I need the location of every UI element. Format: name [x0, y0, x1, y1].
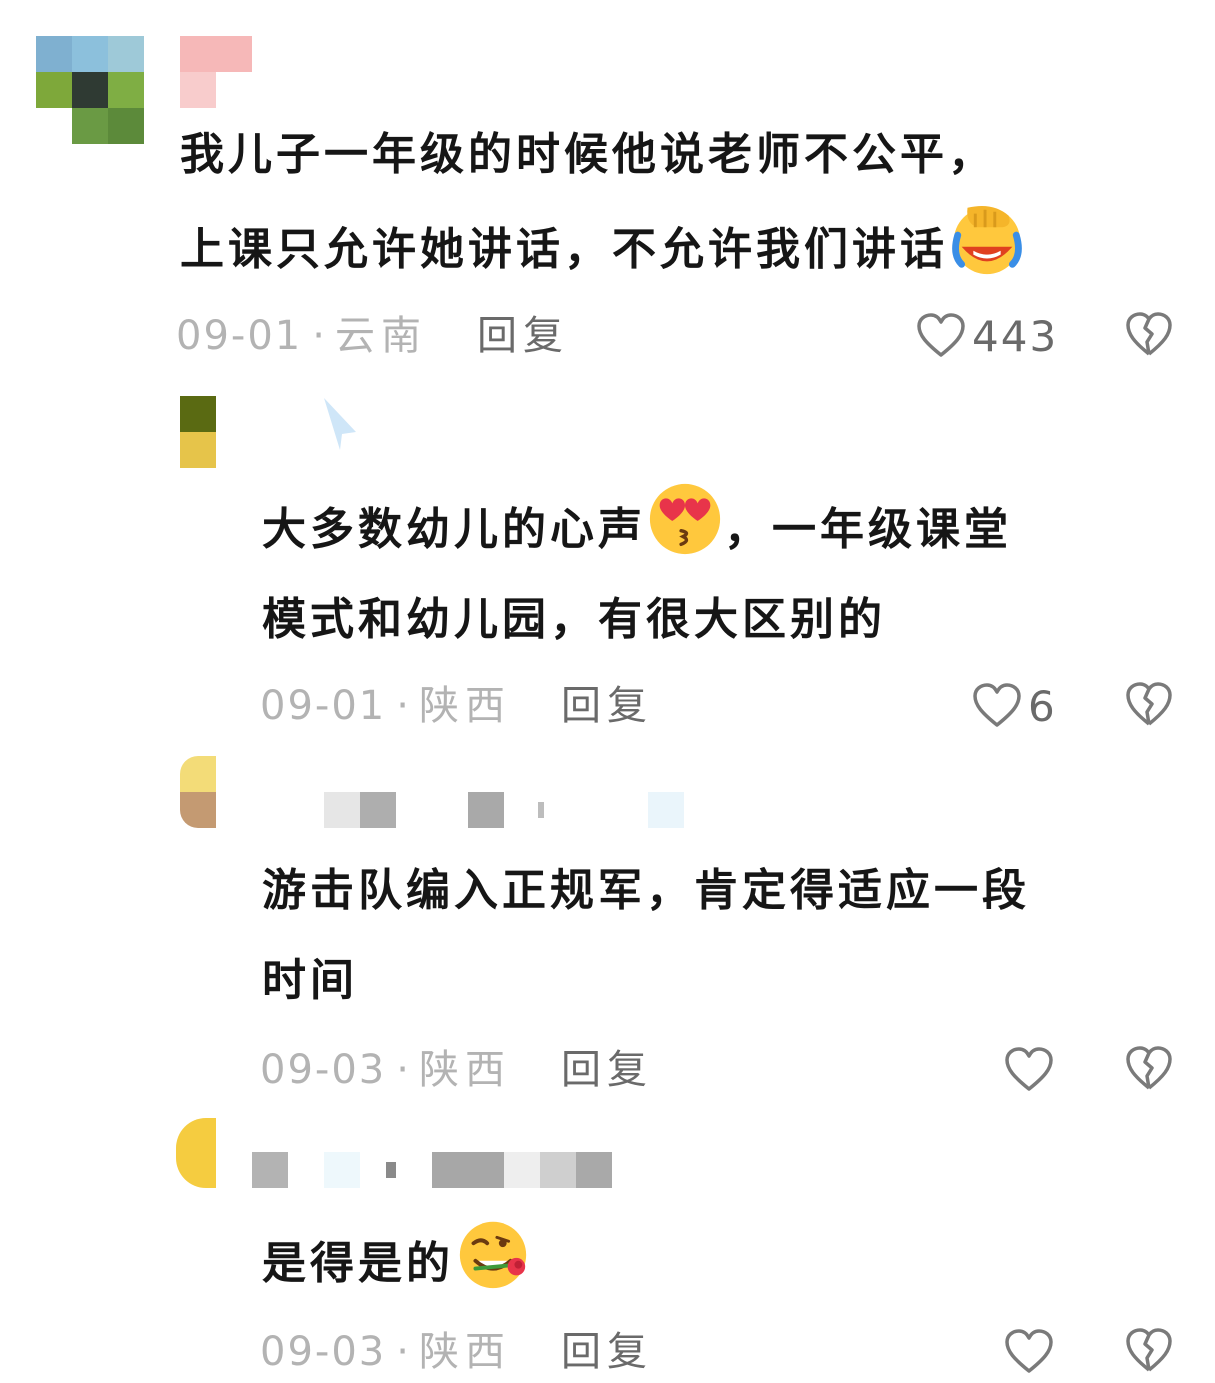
comment-date: 09-01	[260, 683, 387, 729]
comment-meta: 09-03 · 陕西 回复	[260, 1040, 653, 1100]
broken-heart-icon[interactable]	[1124, 1326, 1174, 1376]
broken-heart-icon[interactable]	[1124, 310, 1174, 360]
separator-dot: ·	[312, 313, 325, 359]
avatar-pixelated[interactable]	[176, 1118, 216, 1188]
comment-text: 游击队编入正规军，肯定得适应一段 时间	[262, 846, 1030, 1026]
username-blurred[interactable]	[180, 36, 252, 108]
comment-location: 陕西	[418, 1047, 511, 1093]
comment-line: 是得是的	[262, 1214, 532, 1309]
comment-location: 陕西	[418, 1329, 511, 1375]
username-blurred[interactable]	[320, 396, 360, 450]
comment-line: 游击队编入正规军，肯定得适应一段	[262, 865, 1030, 916]
heart-outline-icon	[1005, 1329, 1053, 1373]
broken-heart-icon[interactable]	[1124, 1044, 1174, 1094]
heart-outline-icon	[1005, 1047, 1053, 1091]
comment-location: 陕西	[418, 683, 511, 729]
comment-line-text: ，一年级课堂	[724, 504, 1012, 555]
comment-line: 上课只允许她讲话，不允许我们讲话	[180, 200, 1026, 295]
avatar-pixelated[interactable]	[36, 36, 144, 144]
reply-button[interactable]: 回复	[561, 683, 653, 729]
reply-button[interactable]: 回复	[561, 1047, 653, 1093]
like-count: 6	[1028, 681, 1057, 731]
avatar-pixelated[interactable]	[180, 756, 216, 828]
heart-eyes-kiss-emoji	[649, 483, 721, 555]
separator-dot: ·	[396, 1047, 409, 1093]
comment-text: 是得是的	[262, 1214, 532, 1309]
username-blurred[interactable]	[324, 792, 684, 828]
reply-button[interactable]: 回复	[561, 1329, 653, 1375]
comment-line: 我儿子一年级的时候他说老师不公平，	[180, 129, 996, 180]
facepalm-laughing-emoji	[952, 206, 1022, 275]
comment-line: 时间	[262, 955, 358, 1006]
comment-meta: 09-01 · 云南 回复	[176, 306, 569, 366]
comment-text: 大多数幼儿的心声 ，一年级课堂 模式和幼儿园，有很大区别的	[262, 480, 1012, 665]
comment-line-text: 是得是的	[262, 1238, 454, 1289]
comment-date: 09-01	[176, 313, 303, 359]
heart-outline-icon	[917, 313, 965, 357]
reply-button[interactable]: 回复	[477, 313, 569, 359]
comment-meta: 09-01 · 陕西 回复	[260, 676, 653, 736]
like-button[interactable]	[1004, 1322, 1054, 1382]
comment-date: 09-03	[260, 1329, 387, 1375]
comment-line: 大多数幼儿的心声 ，一年级课堂	[262, 480, 1012, 575]
comment-location: 云南	[334, 313, 427, 359]
comment-line-text: 上课只允许她讲话，不允许我们讲话	[180, 224, 948, 275]
separator-dot: ·	[396, 1329, 409, 1375]
separator-dot: ·	[396, 683, 409, 729]
like-count: 443	[972, 311, 1059, 361]
verified-mark-icon	[324, 398, 356, 450]
heart-outline-icon	[973, 683, 1021, 727]
like-button[interactable]	[1004, 1040, 1054, 1100]
like-button[interactable]: 443	[916, 306, 1058, 366]
broken-heart-icon[interactable]	[1124, 680, 1174, 730]
like-button[interactable]: 6	[972, 676, 1057, 736]
avatar-pixelated[interactable]	[180, 396, 216, 468]
comment-date: 09-03	[260, 1047, 387, 1093]
comment-text: 我儿子一年级的时候他说老师不公平， 上课只允许她讲话，不允许我们讲话	[180, 110, 1026, 295]
comment-line-text: 大多数幼儿的心声	[262, 504, 646, 555]
wink-rose-emoji	[459, 1221, 527, 1289]
comment-meta: 09-03 · 陕西 回复	[260, 1322, 653, 1382]
username-blurred[interactable]	[252, 1152, 612, 1188]
comment-line: 模式和幼儿园，有很大区别的	[262, 594, 886, 645]
